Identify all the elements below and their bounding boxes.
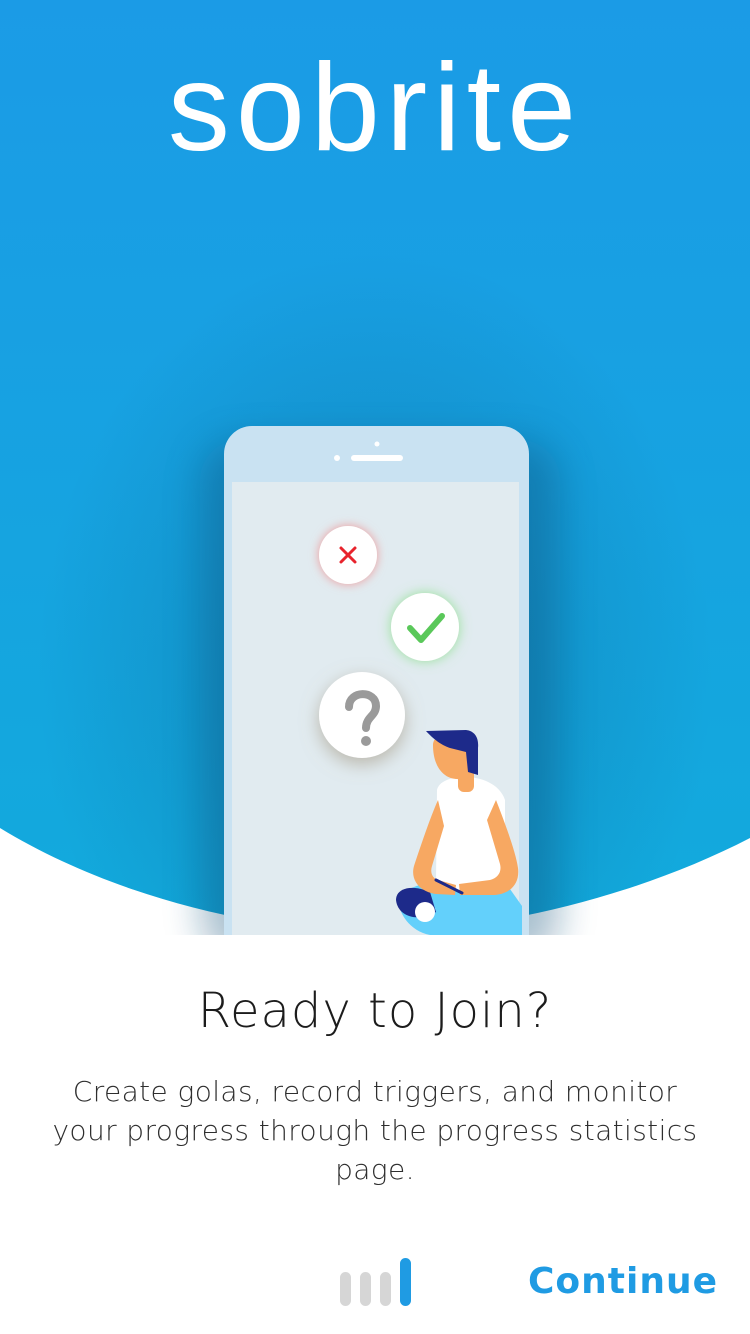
hero-section: sobrite: [0, 0, 750, 935]
close-icon: [319, 526, 377, 584]
page-description: Create golas, record triggers, and monit…: [52, 1075, 698, 1186]
onboarding-illustration: [200, 426, 560, 935]
page-title: Ready to Join?: [197, 983, 553, 1039]
checkmark-icon: [391, 593, 459, 661]
continue-button[interactable]: Continue: [528, 1256, 718, 1308]
page-indicator-step: [340, 1272, 351, 1306]
page-indicator-step: [360, 1272, 371, 1306]
question-mark-icon: [319, 672, 405, 758]
page-indicator-step-active: [400, 1258, 411, 1306]
page-indicator: [338, 1254, 414, 1306]
page-indicator-step: [380, 1272, 391, 1306]
